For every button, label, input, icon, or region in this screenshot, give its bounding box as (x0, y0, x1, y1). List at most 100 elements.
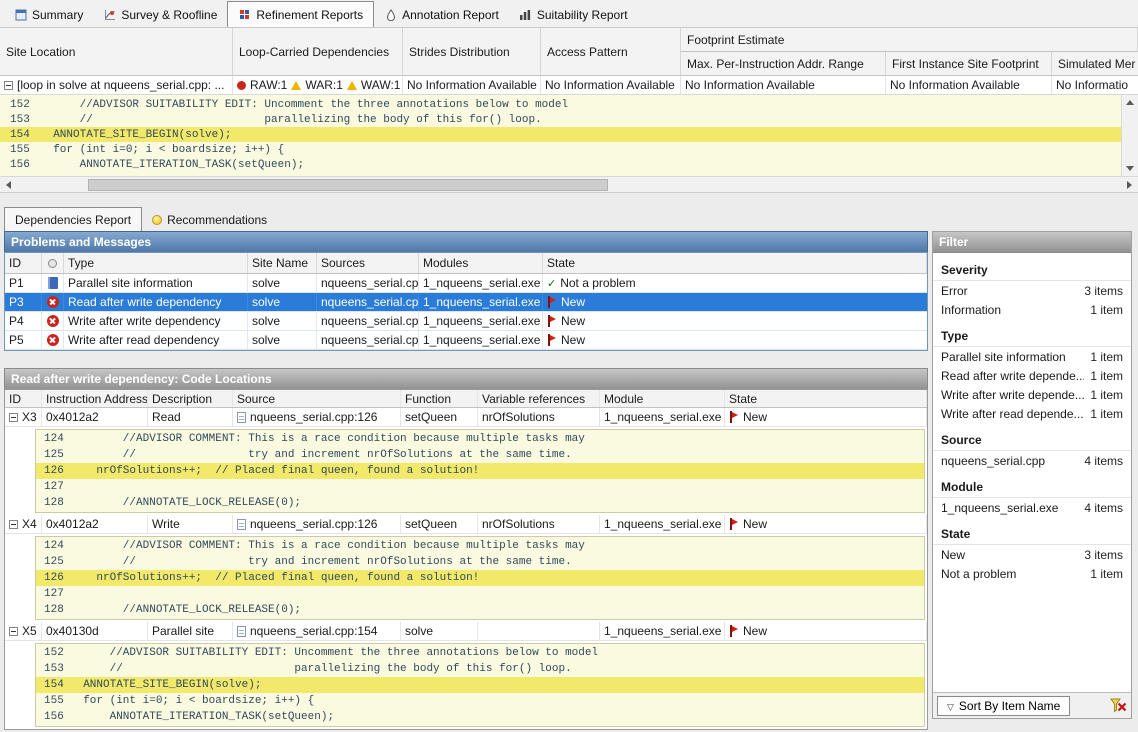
information-icon (48, 277, 58, 289)
code-line[interactable]: 156 ANNOTATE_ITERATION_TASK(setQueen); (36, 709, 924, 725)
tab-suitability-report[interactable]: Suitability Report (509, 3, 638, 27)
code-line[interactable]: 152 //ADVISOR SUITABILITY EDIT: Uncommen… (0, 97, 1138, 112)
code-line[interactable]: 127 (36, 586, 924, 602)
site-location-cell: [loop in solve at nqueens_serial.cpp: ..… (0, 76, 233, 94)
scroll-down-arrow[interactable] (1122, 161, 1138, 176)
filter-panel-header: Filter (933, 232, 1131, 253)
column-site-location[interactable]: Site Location (0, 28, 233, 76)
code-line[interactable]: 153 // parallelizing the body of this fo… (0, 112, 1138, 127)
clear-filter-icon[interactable] (1109, 698, 1127, 714)
column-instruction-address[interactable]: Instruction Address (42, 390, 148, 407)
column-simulated-memory[interactable]: Simulated Mer (1052, 52, 1138, 76)
suitability-report-icon (519, 9, 532, 22)
code-location-row-x5[interactable]: X5 0x40130d Parallel site nqueens_serial… (5, 622, 927, 641)
strides-cell: No Information Available (403, 76, 541, 94)
code-line[interactable]: 128 //ANNOTATE_LOCK_RELEASE(0); (36, 495, 924, 511)
refinement-reports-icon (238, 8, 251, 21)
filter-item[interactable]: New3 items (933, 545, 1131, 564)
filter-heading: State (933, 523, 1131, 545)
problem-row-p1[interactable]: P1 Parallel site information solve nquee… (5, 274, 927, 293)
code-line-highlighted[interactable]: 154 ANNOTATE_SITE_BEGIN(solve); (0, 127, 1138, 142)
code-location-row-x4[interactable]: X4 0x4012a2 Write nqueens_serial.cpp:126… (5, 515, 927, 534)
tab-refinement-reports[interactable]: Refinement Reports (227, 1, 374, 27)
code-line[interactable]: 155 for (int i=0; i < boardsize; i++) { (0, 142, 1138, 157)
new-flag-icon (547, 296, 557, 308)
column-function[interactable]: Function (401, 390, 478, 407)
filter-item[interactable]: Parallel site information1 item (933, 347, 1131, 366)
code-line[interactable]: 124 //ADVISOR COMMENT: This is a race co… (36, 431, 924, 447)
scroll-up-arrow[interactable] (1122, 95, 1138, 110)
collapse-toggle-icon[interactable] (9, 520, 18, 529)
column-first-instance-site-footprint[interactable]: First Instance Site Footprint (886, 52, 1052, 76)
tab-survey-roofline[interactable]: Survey & Roofline (93, 3, 227, 27)
code-line[interactable]: 124 //ADVISOR COMMENT: This is a race co… (36, 538, 924, 554)
code-line[interactable]: 125 // try and increment nrOfSolutions a… (36, 554, 924, 570)
column-access-pattern[interactable]: Access Pattern (541, 28, 681, 76)
source-file-icon (237, 626, 246, 637)
code-line-highlighted[interactable]: 154 ANNOTATE_SITE_BEGIN(solve); (36, 677, 924, 693)
filter-heading: Source (933, 429, 1131, 451)
tab-annotation-report[interactable]: Annotation Report (374, 3, 509, 27)
filter-item[interactable]: Write after write depende...1 item (933, 385, 1131, 404)
code-line-highlighted[interactable]: 126 nrOfSolutions++; // Placed final que… (36, 463, 924, 479)
column-variable-references[interactable]: Variable references (478, 390, 600, 407)
code-line-highlighted[interactable]: 126 nrOfSolutions++; // Placed final que… (36, 570, 924, 586)
survey-roofline-icon (103, 9, 116, 22)
tab-recommendations[interactable]: Recommendations (142, 209, 277, 231)
filter-item[interactable]: Read after write depende...1 item (933, 366, 1131, 385)
collapse-toggle-icon[interactable] (9, 627, 18, 636)
scroll-left-arrow[interactable] (0, 177, 17, 193)
filter-item[interactable]: nqueens_serial.cpp4 items (933, 451, 1131, 470)
code-line[interactable]: 125 // try and increment nrOfSolutions a… (36, 447, 924, 463)
collapse-toggle-icon[interactable] (4, 81, 13, 90)
code-locations-panel-header: Read after write dependency: Code Locati… (4, 368, 928, 389)
tab-label: Refinement Reports (256, 8, 363, 22)
column-modules[interactable]: Modules (419, 253, 543, 273)
report-tab-bar: Summary Survey & Roofline Refinement Rep… (0, 0, 1138, 28)
column-state[interactable]: State (725, 390, 927, 407)
tab-summary[interactable]: Summary (4, 3, 93, 27)
column-footprint-estimate[interactable]: Footprint Estimate (681, 28, 1138, 52)
code-line[interactable]: 153 // parallelizing the body of this fo… (36, 661, 924, 677)
filter-item[interactable]: Not a problem1 item (933, 564, 1131, 583)
problem-row-p3-selected[interactable]: P3 Read after write dependency solve nqu… (5, 293, 927, 312)
column-description[interactable]: Description (148, 390, 233, 407)
new-flag-icon (547, 334, 557, 346)
filter-item[interactable]: Information1 item (933, 300, 1131, 319)
max-addr-range-cell: No Information Available (681, 76, 886, 94)
column-id[interactable]: ID (5, 390, 42, 407)
column-source[interactable]: Source (233, 390, 401, 407)
lightbulb-icon (152, 215, 162, 225)
code-line[interactable]: 155 for (int i=0; i < boardsize; i++) { (36, 693, 924, 709)
column-type[interactable]: Type (64, 253, 248, 273)
problem-row-p4[interactable]: P4 Write after write dependency solve nq… (5, 312, 927, 331)
waw-warning-icon (347, 81, 357, 90)
vertical-scrollbar[interactable] (1121, 95, 1138, 176)
column-site-name[interactable]: Site Name (248, 253, 317, 273)
filter-item[interactable]: Write after read depende...1 item (933, 404, 1131, 423)
scrollbar-thumb[interactable] (88, 179, 608, 191)
code-location-row-x3[interactable]: X3 0x4012a2 Read nqueens_serial.cpp:126 … (5, 408, 927, 427)
code-line[interactable]: 128 //ANNOTATE_LOCK_RELEASE(0); (36, 602, 924, 618)
code-line[interactable]: 127 (36, 479, 924, 495)
horizontal-scrollbar[interactable] (0, 176, 1138, 193)
sort-by-item-name-button[interactable]: Sort By Item Name (937, 696, 1070, 716)
filter-item[interactable]: Error3 items (933, 281, 1131, 300)
column-severity[interactable] (42, 253, 64, 273)
problem-row-p5[interactable]: P5 Write after read dependency solve nqu… (5, 331, 927, 350)
scroll-right-arrow[interactable] (1121, 177, 1138, 193)
column-loop-carried-dependencies[interactable]: Loop-Carried Dependencies (233, 28, 403, 76)
filter-item[interactable]: 1_nqueens_serial.exe4 items (933, 498, 1131, 517)
code-line[interactable]: 152 //ADVISOR SUITABILITY EDIT: Uncommen… (36, 645, 924, 661)
collapse-toggle-icon[interactable] (9, 413, 18, 422)
code-line[interactable]: 156 ANNOTATE_ITERATION_TASK(setQueen); (0, 157, 1138, 172)
column-module[interactable]: Module (600, 390, 725, 407)
site-row[interactable]: [loop in solve at nqueens_serial.cpp: ..… (0, 76, 1138, 95)
column-strides-distribution[interactable]: Strides Distribution (403, 28, 541, 76)
column-max-per-instruction-addr-range[interactable]: Max. Per-Instruction Addr. Range (681, 52, 886, 76)
column-sources[interactable]: Sources (317, 253, 419, 273)
column-id[interactable]: ID (5, 253, 42, 273)
tab-dependencies-report[interactable]: Dependencies Report (4, 207, 142, 231)
source-file-icon (237, 519, 246, 530)
column-state[interactable]: State (543, 253, 927, 273)
